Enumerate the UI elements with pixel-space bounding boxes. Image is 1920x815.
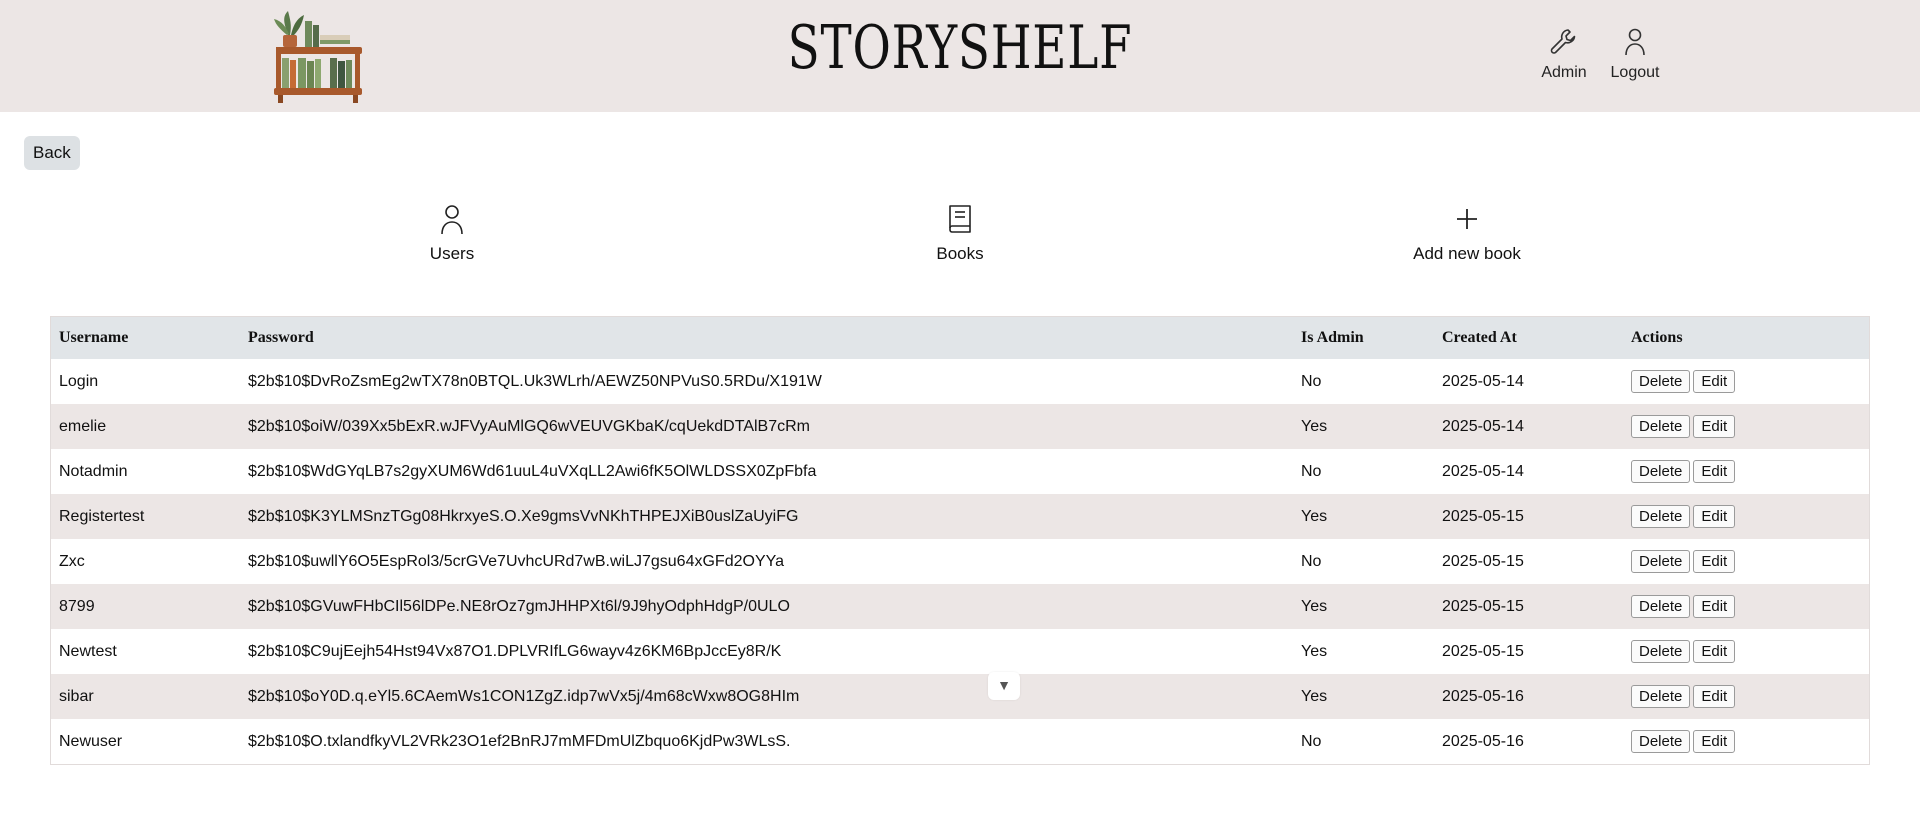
table-row: 8799 $2b$10$GVuwFHbCIl56lDPe.NE8rOz7gmJHH… xyxy=(51,584,1869,629)
username-cell: Login xyxy=(59,372,99,390)
password-cell: $2b$10$DvRoZsmEg2wTX78n0BTQL.Uk3WLrh/AEW… xyxy=(248,372,822,390)
actions-cell: Delete Edit xyxy=(1623,719,1869,764)
is-admin-cell: Yes xyxy=(1301,687,1328,705)
username-cell: 8799 xyxy=(59,597,95,615)
column-header-username[interactable]: Username xyxy=(51,317,240,359)
delete-button[interactable]: Delete xyxy=(1631,550,1691,573)
password-cell: $2b$10$O.txlandfkyVL2VRk23O1ef2BnRJ7mMFD… xyxy=(248,732,791,750)
site-header: STORYSHELF Admin Logout xyxy=(0,0,1920,112)
table-row: Zxc $2b$10$uwllY6O5EspRol3/5crGVe7UvhcURd… xyxy=(51,539,1869,584)
delete-button[interactable]: Delete xyxy=(1631,730,1691,753)
is-admin-cell: No xyxy=(1301,552,1322,570)
is-admin-cell: No xyxy=(1301,462,1322,480)
created-at-cell: 2025-05-16 xyxy=(1442,687,1524,705)
edit-button[interactable]: Edit xyxy=(1693,460,1736,483)
users-label: Users xyxy=(429,244,475,263)
delete-button[interactable]: Delete xyxy=(1631,370,1691,393)
column-header-password[interactable]: Password xyxy=(240,317,1293,359)
edit-button[interactable]: Edit xyxy=(1693,730,1736,753)
is-admin-cell: Yes xyxy=(1301,417,1328,435)
admin-nav-link[interactable]: Admin xyxy=(1532,26,1596,82)
password-cell: $2b$10$GVuwFHbCIl56lDPe.NE8rOz7gmJHHPXt6… xyxy=(248,597,790,615)
actions-cell: Delete Edit xyxy=(1623,584,1869,629)
table-row: emelie $2b$10$oiW/039Xx5bExR.wJFVyAuMlGQ6… xyxy=(51,404,1869,449)
username-cell: emelie xyxy=(59,417,107,435)
users-table: Username Password Is Admin Created At Ac… xyxy=(50,316,1870,765)
created-at-cell: 2025-05-14 xyxy=(1442,462,1524,480)
column-header-created-at[interactable]: Created At xyxy=(1434,317,1623,359)
table-row: Newuser $2b$10$O.txlandfkyVL2VRk23O1ef2Bn… xyxy=(51,719,1869,764)
delete-button[interactable]: Delete xyxy=(1631,685,1691,708)
table-row: Registertest $2b$10$K3YLMSnzTGg08HkrxyeS.… xyxy=(51,494,1869,539)
is-admin-cell: Yes xyxy=(1301,597,1328,615)
logout-label: Logout xyxy=(1610,64,1660,81)
edit-button[interactable]: Edit xyxy=(1693,640,1736,663)
table-row: sibar $2b$10$oY0D.q.eYl5.6CAemWs1CON1ZgZ.… xyxy=(51,674,1869,719)
edit-button[interactable]: Edit xyxy=(1693,550,1736,573)
plus-icon xyxy=(1457,209,1477,229)
password-cell: $2b$10$WdGYqLB7s2gyXUM6Wd61uuL4uVXqLL2Aw… xyxy=(248,462,817,480)
column-header-is-admin[interactable]: Is Admin xyxy=(1293,317,1434,359)
actions-cell: Delete Edit xyxy=(1623,494,1869,539)
books-label: Books xyxy=(936,244,984,263)
password-cell: $2b$10$uwllY6O5EspRol3/5crGVe7UvhcURd7wB… xyxy=(248,552,784,570)
back-button[interactable]: Back xyxy=(24,136,80,170)
actions-cell: Delete Edit xyxy=(1623,359,1869,404)
actions-cell: Delete Edit xyxy=(1623,449,1869,494)
password-cell: $2b$10$K3YLMSnzTGg08HkrxyeS.O.Xe9gmsVvNK… xyxy=(248,507,799,525)
username-cell: Notadmin xyxy=(59,462,128,480)
add-new-book-tile[interactable]: Add new book xyxy=(1357,202,1577,264)
created-at-cell: 2025-05-14 xyxy=(1442,417,1524,435)
edit-button[interactable]: Edit xyxy=(1693,595,1736,618)
table-row: Newtest $2b$10$C9ujEejh54Hst94Vx87O1.DPLV… xyxy=(51,629,1869,674)
edit-button[interactable]: Edit xyxy=(1693,505,1736,528)
is-admin-cell: No xyxy=(1301,732,1322,750)
actions-cell: Delete Edit xyxy=(1623,404,1869,449)
actions-cell: Delete Edit xyxy=(1623,539,1869,584)
delete-button[interactable]: Delete xyxy=(1631,640,1691,663)
column-header-actions: Actions xyxy=(1631,329,1683,346)
user-icon xyxy=(1625,28,1645,56)
table-row: Notadmin $2b$10$WdGYqLB7s2gyXUM6Wd61uuL4u… xyxy=(51,449,1869,494)
password-cell: $2b$10$oiW/039Xx5bExR.wJFVyAuMlGQ6wVEUVG… xyxy=(248,417,810,435)
add-new-book-label: Add new book xyxy=(1413,244,1521,263)
delete-button[interactable]: Delete xyxy=(1631,505,1691,528)
edit-button[interactable]: Edit xyxy=(1693,685,1736,708)
site-title: STORYSHELF xyxy=(787,13,1133,83)
created-at-cell: 2025-05-15 xyxy=(1442,597,1524,615)
edit-button[interactable]: Edit xyxy=(1693,415,1736,438)
created-at-cell: 2025-05-15 xyxy=(1442,552,1524,570)
books-tile[interactable]: Books xyxy=(850,202,1070,264)
username-cell: Zxc xyxy=(59,552,85,570)
created-at-cell: 2025-05-14 xyxy=(1442,372,1524,390)
password-cell: $2b$10$C9ujEejh54Hst94Vx87O1.DPLVRIfLG6w… xyxy=(248,642,782,660)
logout-nav-link[interactable]: Logout xyxy=(1603,26,1667,82)
created-at-cell: 2025-05-15 xyxy=(1442,507,1524,525)
username-cell: Newuser xyxy=(59,732,123,750)
users-tile[interactable]: Users xyxy=(342,202,562,264)
user-icon xyxy=(441,205,463,235)
scroll-down-icon[interactable]: ▼ xyxy=(988,672,1020,700)
delete-button[interactable]: Delete xyxy=(1631,415,1691,438)
is-admin-cell: Yes xyxy=(1301,642,1328,660)
created-at-cell: 2025-05-16 xyxy=(1442,732,1524,750)
delete-button[interactable]: Delete xyxy=(1631,595,1691,618)
username-cell: sibar xyxy=(59,687,94,705)
table-header-row: Username Password Is Admin Created At Ac… xyxy=(51,317,1869,359)
username-cell: Registertest xyxy=(59,507,145,525)
delete-button[interactable]: Delete xyxy=(1631,460,1691,483)
book-icon xyxy=(949,205,971,233)
actions-cell: Delete Edit xyxy=(1623,674,1869,719)
table-row: Login $2b$10$DvRoZsmEg2wTX78n0BTQL.Uk3WLr… xyxy=(51,359,1869,404)
table-body: Login $2b$10$DvRoZsmEg2wTX78n0BTQL.Uk3WLr… xyxy=(51,359,1869,764)
admin-label: Admin xyxy=(1541,64,1587,81)
edit-button[interactable]: Edit xyxy=(1693,370,1736,393)
password-cell: $2b$10$oY0D.q.eYl5.6CAemWs1CON1ZgZ.idp7w… xyxy=(248,687,800,705)
actions-cell: Delete Edit xyxy=(1623,629,1869,674)
username-cell: Newtest xyxy=(59,642,117,660)
wrench-icon xyxy=(1550,29,1576,54)
is-admin-cell: Yes xyxy=(1301,507,1328,525)
created-at-cell: 2025-05-15 xyxy=(1442,642,1524,660)
is-admin-cell: No xyxy=(1301,372,1322,390)
